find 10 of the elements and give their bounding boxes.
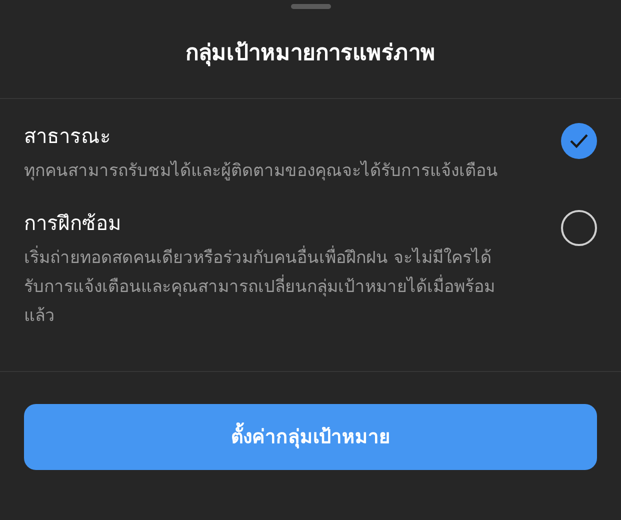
set-audience-button[interactable]: ตั้งค่ากลุ่มเป้าหมาย (24, 404, 597, 470)
checkmark-icon (569, 133, 589, 149)
option-label: สาธารณะ (24, 123, 112, 150)
radio-button[interactable] (561, 210, 597, 246)
option-description: เริ่มถ่ายทอดสดคนเดียวหรือร่วมกับคนอื่นเพื่อฝึกฝน จะไม่มีใครได้รับการแจ้งเตือนและคุณสามารถเปลี่ยนกลุ่มเป้าหมายได้เมื่อพร้อมแล้ว (24, 244, 505, 331)
sheet-title: กลุ่มเป้าหมายการแพร่ภาพ (186, 40, 436, 68)
option-label: การฝึกซ้อม (24, 210, 122, 237)
drag-handle[interactable] (290, 4, 330, 9)
radio-button[interactable] (561, 123, 597, 159)
option-description: ทุกคนสามารถรับชมได้และผู้ติดตามของคุณจะได้รับการแจ้งเตือน (24, 160, 499, 183)
